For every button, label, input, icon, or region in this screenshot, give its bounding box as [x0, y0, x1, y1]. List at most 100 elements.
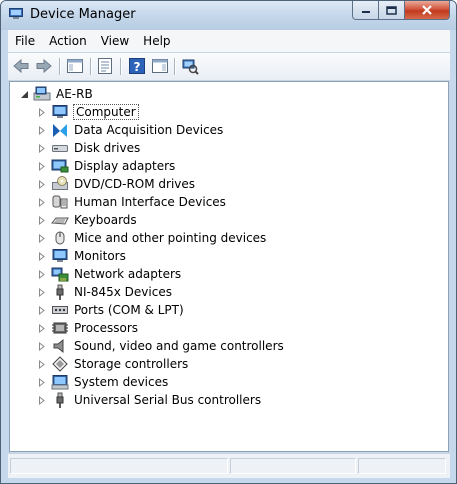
monitor-icon — [51, 248, 69, 264]
menu-help-label: Help — [143, 34, 171, 48]
expand-arrow-icon[interactable] — [37, 161, 47, 171]
ni-logo-icon — [51, 122, 69, 138]
expand-arrow-icon[interactable] — [37, 197, 47, 207]
dvd-drive-icon — [51, 176, 69, 192]
expand-arrow-icon[interactable] — [37, 233, 47, 243]
toolbar-separator — [90, 58, 92, 75]
expand-arrow-icon[interactable] — [37, 377, 47, 387]
usb-plug-icon — [51, 284, 69, 300]
tree-item-universal-serial-bus-controllers[interactable]: Universal Serial Bus controllers — [37, 391, 262, 409]
tree-item-ports-com-lpt[interactable]: Ports (COM & LPT) — [37, 301, 185, 319]
expand-arrow-icon[interactable] — [37, 287, 47, 297]
tree-item-storage-controllers[interactable]: Storage controllers — [37, 355, 189, 373]
keyboard-icon — [51, 212, 69, 228]
device-manager-window: Device Manager File Action View Help ? A… — [0, 0, 457, 484]
expand-arrow-icon[interactable] — [37, 125, 47, 135]
mouse-icon — [51, 230, 69, 246]
window-controls — [352, 1, 450, 20]
tree-item-label: Human Interface Devices — [74, 195, 226, 209]
expand-arrow-icon[interactable] — [37, 341, 47, 351]
close-button[interactable] — [405, 1, 450, 20]
expand-arrow-icon[interactable] — [37, 179, 47, 189]
expand-arrow-icon[interactable] — [37, 305, 47, 315]
menu-file-label: File — [15, 34, 36, 48]
scan-hardware-icon[interactable] — [181, 57, 199, 75]
tree-item-mice-and-other-pointing-devices[interactable]: Mice and other pointing devices — [37, 229, 267, 247]
collapse-arrow-icon[interactable] — [19, 89, 29, 99]
tree-item-label: Display adapters — [74, 159, 176, 173]
tree-item-label: Storage controllers — [74, 357, 189, 371]
menu-action[interactable]: Action — [42, 34, 94, 48]
expand-arrow-icon[interactable] — [37, 107, 47, 117]
back-arrow-icon[interactable] — [12, 57, 30, 75]
processor-icon — [51, 320, 69, 336]
tree-item-label: Data Acquisition Devices — [74, 123, 224, 137]
help-icon[interactable]: ? — [128, 57, 146, 75]
menu-file[interactable]: File — [8, 34, 42, 48]
minimize-icon — [361, 11, 370, 13]
expand-arrow-icon[interactable] — [37, 395, 47, 405]
show-hide-console-tree-icon[interactable] — [66, 57, 84, 75]
network-adapter-icon — [51, 266, 69, 282]
tree-item-display-adapters[interactable]: Display adapters — [37, 157, 176, 175]
tree-item-network-adapters[interactable]: Network adapters — [37, 265, 182, 283]
toolbar-separator — [120, 58, 122, 75]
system-device-icon — [51, 374, 69, 390]
status-cell — [358, 458, 446, 474]
tree-item-computer[interactable]: Computer — [37, 103, 139, 121]
tree-item-data-acquisition-devices[interactable]: Data Acquisition Devices — [37, 121, 224, 139]
minimize-button[interactable] — [352, 1, 379, 20]
storage-controller-icon — [51, 356, 69, 372]
svg-text:?: ? — [134, 60, 141, 74]
tree-item-label: Keyboards — [74, 213, 137, 227]
tree-item-label: DVD/CD-ROM drives — [74, 177, 196, 191]
display-adapter-icon — [51, 158, 69, 174]
speaker-icon — [51, 338, 69, 354]
disk-drive-icon — [51, 140, 69, 156]
tree-item-processors[interactable]: Processors — [37, 319, 139, 337]
tree-item-human-interface-devices[interactable]: Human Interface Devices — [37, 193, 227, 211]
action-pane-icon[interactable] — [151, 57, 169, 75]
tree-root-label: AE-RB — [56, 87, 93, 101]
title-bar[interactable]: Device Manager — [1, 1, 456, 30]
computer-icon — [51, 104, 69, 120]
menu-help[interactable]: Help — [136, 34, 177, 48]
tree-item-sound-video-and-game-controllers[interactable]: Sound, video and game controllers — [37, 337, 285, 355]
properties-icon[interactable] — [96, 57, 114, 75]
menu-action-label: Action — [49, 34, 87, 48]
tree-item-ni-845x-devices[interactable]: NI-845x Devices — [37, 283, 173, 301]
menu-view[interactable]: View — [94, 34, 136, 48]
tree-item-label: Network adapters — [74, 267, 182, 281]
usb-plug-icon — [51, 392, 69, 408]
close-icon — [422, 5, 432, 15]
device-tree[interactable]: AE-RB Computer Data Acquisition Devices Di… — [9, 81, 449, 452]
tree-item-system-devices[interactable]: System devices — [37, 373, 169, 391]
expand-arrow-icon[interactable] — [37, 323, 47, 333]
port-icon — [51, 302, 69, 318]
tree-item-monitors[interactable]: Monitors — [37, 247, 127, 265]
tree-item-disk-drives[interactable]: Disk drives — [37, 139, 141, 157]
expand-arrow-icon[interactable] — [37, 359, 47, 369]
hid-icon — [51, 194, 69, 210]
tree-item-label: Disk drives — [74, 141, 141, 155]
maximize-button[interactable] — [379, 1, 405, 20]
tree-item-label: Universal Serial Bus controllers — [74, 393, 262, 407]
tree-item-label: Monitors — [74, 249, 126, 263]
toolbar: ? — [8, 53, 450, 81]
window-title: Device Manager — [30, 7, 136, 22]
tree-item-keyboards[interactable]: Keyboards — [37, 211, 138, 229]
forward-arrow-icon[interactable] — [35, 57, 53, 75]
device-manager-icon — [9, 8, 23, 19]
toolbar-separator — [59, 58, 61, 75]
computer-root-icon — [33, 86, 51, 102]
expand-arrow-icon[interactable] — [37, 251, 47, 261]
tree-item-label: Processors — [74, 321, 139, 335]
tree-item-label: System devices — [74, 375, 169, 389]
expand-arrow-icon[interactable] — [37, 269, 47, 279]
tree-item-label: NI-845x Devices — [74, 285, 172, 299]
expand-arrow-icon[interactable] — [37, 215, 47, 225]
tree-root[interactable]: AE-RB — [19, 85, 94, 103]
tree-item-dvd-cd-rom-drives[interactable]: DVD/CD-ROM drives — [37, 175, 196, 193]
expand-arrow-icon[interactable] — [37, 143, 47, 153]
maximize-icon — [386, 5, 397, 15]
